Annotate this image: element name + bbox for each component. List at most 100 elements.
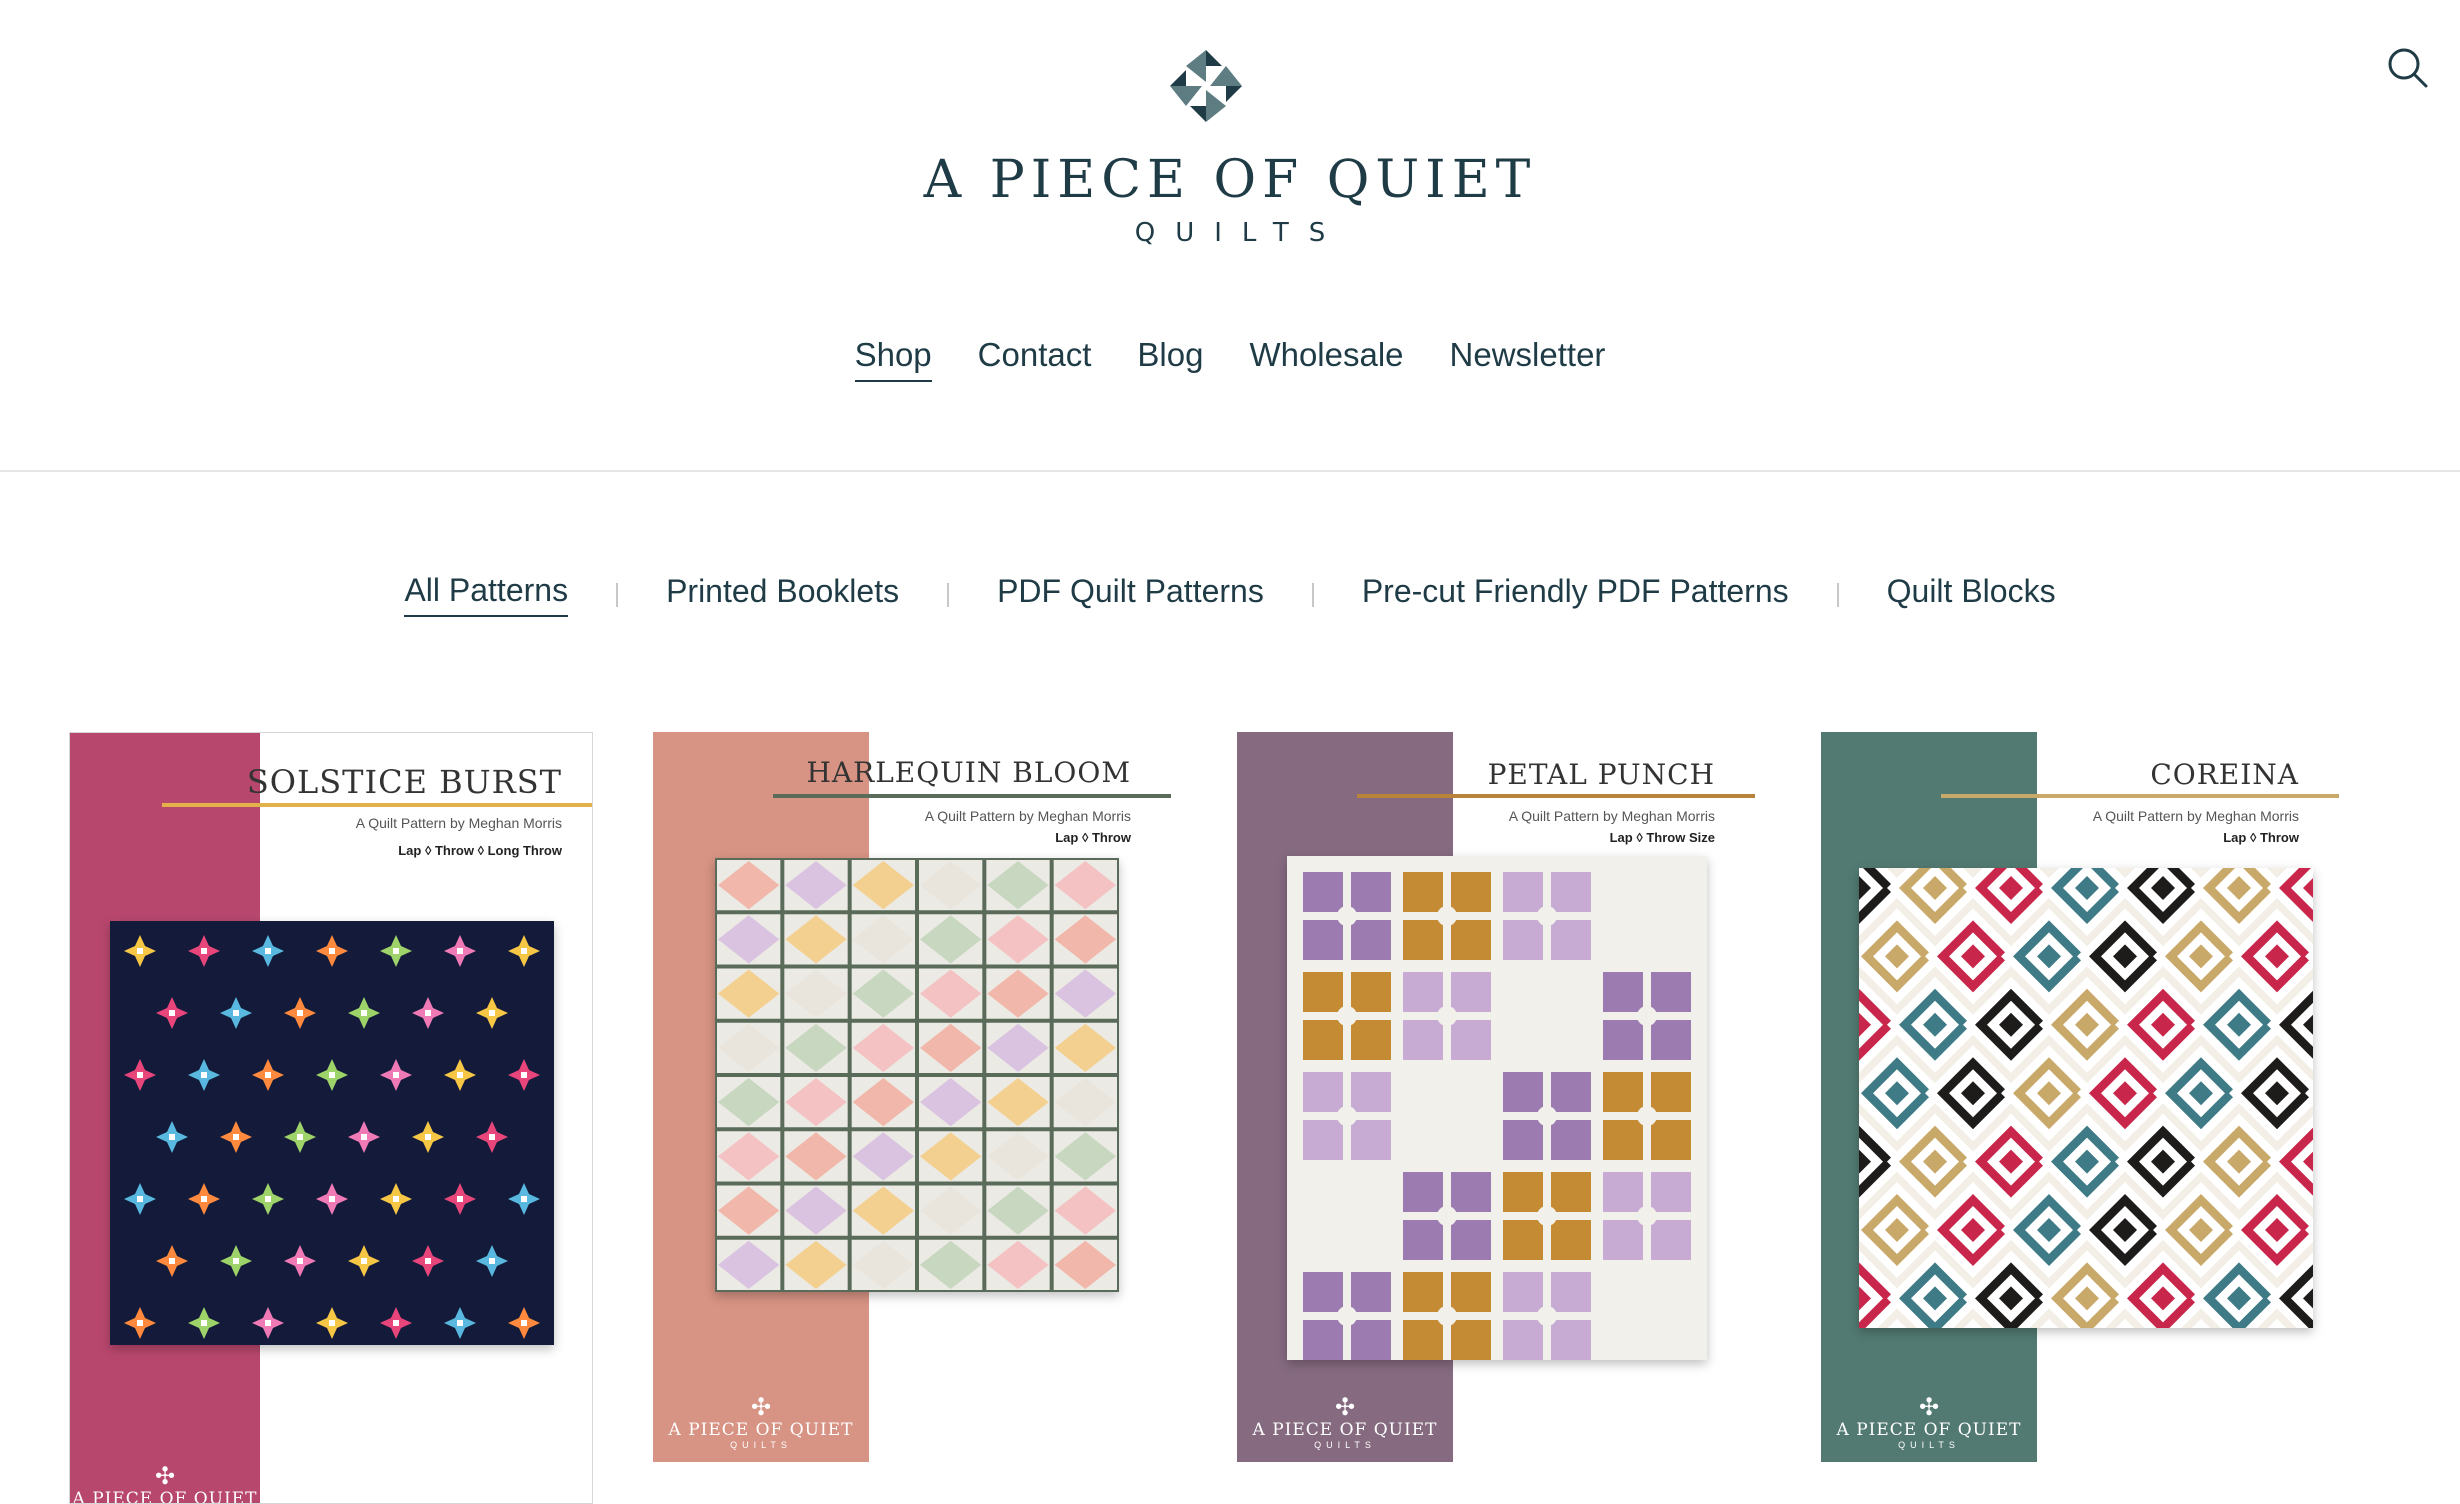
product-sizes: Lap ◊ Throw Size [1609,830,1715,845]
star-center [137,948,143,954]
solstice-quilt-art [110,921,554,1345]
quilt-image [1287,856,1707,1360]
brand-title[interactable]: A PIECE OF QUIET [0,150,2460,210]
category-pdf-quilt-patterns[interactable]: PDF Quilt Patterns [997,573,1264,616]
product-sizes: Lap ◊ Throw [1055,830,1131,845]
footer-brand: A PIECE OF QUIET [72,1489,258,1504]
nav-newsletter[interactable]: Newsletter [1450,336,1606,382]
nav-blog[interactable]: Blog [1137,336,1203,382]
star-center [297,1258,303,1264]
pinwheel-small-icon: ✣ [1918,1394,1940,1421]
star-center [297,1134,303,1140]
star-center [425,1258,431,1264]
category-all-patterns[interactable]: All Patterns [404,572,569,617]
nav-wholesale[interactable]: Wholesale [1249,336,1403,382]
category-divider [1311,582,1314,607]
footer-brand: A PIECE OF QUIET [1252,1420,1438,1440]
star-center [361,1010,367,1016]
pinwheel-small-icon: ✣ [154,1463,176,1490]
star-center [521,1072,527,1078]
star-center [489,1258,495,1264]
footer-sub: QUILTS [730,1440,792,1450]
star-center [233,1134,239,1140]
product-card-coreina[interactable]: COREINA A Quilt Pattern by Meghan Morris… [1821,732,2339,1462]
star-center [137,1196,143,1202]
star-center [489,1134,495,1140]
coreina-quilt-art [1859,868,2313,1328]
quilt-image [110,921,554,1345]
star-center [169,1010,175,1016]
pinwheel-logo-icon[interactable] [1166,46,1246,126]
star-center [425,1134,431,1140]
product-card-harlequin-bloom[interactable]: HARLEQUIN BLOOM A Quilt Pattern by Megha… [653,732,1171,1462]
star-center [265,948,271,954]
title-rule [773,794,1171,798]
nav-shop[interactable]: Shop [854,336,932,382]
petal-quilt-art [1287,856,1707,1360]
cover-footer: ✣ A PIECE OF QUIET [70,1465,260,1504]
product-title: HARLEQUIN BLOOM [806,756,1131,789]
category-precut-friendly[interactable]: Pre-cut Friendly PDF Patterns [1362,573,1789,616]
product-byline: A Quilt Pattern by Meghan Morris [2092,808,2299,824]
star-center [457,1072,463,1078]
star-center [521,1196,527,1202]
star-center [329,1072,335,1078]
cover-footer: ✣ A PIECE OF QUIET QUILTS [653,1394,869,1451]
star-center [457,1196,463,1202]
star-center [329,1196,335,1202]
footer-brand: A PIECE OF QUIET [1836,1420,2022,1440]
product-title: COREINA [2150,758,2299,791]
pinwheel-small-icon: ✣ [750,1394,772,1421]
quilt-image [715,858,1119,1292]
footer-sub: QUILTS [1898,1440,1960,1450]
product-sizes: Lap ◊ Throw ◊ Long Throw [398,843,562,858]
harlequin-quilt-art [715,858,1119,1292]
title-rule [162,803,592,807]
brand-subtitle: QUILTS [1134,218,1346,248]
product-byline: A Quilt Pattern by Meghan Morris [924,808,1131,824]
star-center [137,1072,143,1078]
star-center [521,1320,527,1326]
footer-brand: A PIECE OF QUIET [668,1420,854,1440]
star-center [201,1320,207,1326]
star-center [457,948,463,954]
star-center [137,1320,143,1326]
star-center [169,1134,175,1140]
product-byline: A Quilt Pattern by Meghan Morris [355,815,562,831]
star-center [361,1258,367,1264]
star-center [393,1320,399,1326]
product-card-petal-punch[interactable]: PETAL PUNCH A Quilt Pattern by Meghan Mo… [1237,732,1755,1462]
star-center [393,1196,399,1202]
star-center [201,1196,207,1202]
site-header: A PIECE OF QUIET QUILTS Shop Contact Blo… [0,0,2460,472]
footer-sub: QUILTS [1314,1440,1376,1450]
star-center [265,1072,271,1078]
product-card-solstice-burst[interactable]: SOLSTICE BURST A Quilt Pattern by Meghan… [69,732,593,1504]
star-center [233,1010,239,1016]
star-center [233,1258,239,1264]
star-center [457,1320,463,1326]
star-center [521,948,527,954]
cover-footer: ✣ A PIECE OF QUIET QUILTS [1237,1394,1453,1451]
nav-contact[interactable]: Contact [978,336,1092,382]
search-icon[interactable] [2386,46,2430,90]
product-sizes: Lap ◊ Throw [2223,830,2299,845]
product-title: PETAL PUNCH [1487,758,1715,791]
category-quilt-blocks[interactable]: Quilt Blocks [1887,573,2056,616]
star-center [201,948,207,954]
product-byline: A Quilt Pattern by Meghan Morris [1508,808,1715,824]
quilt-image [1859,868,2313,1328]
star-center [393,948,399,954]
star-center [393,1072,399,1078]
cover-footer: ✣ A PIECE OF QUIET QUILTS [1821,1394,2037,1451]
star-center [329,1320,335,1326]
category-filter: All Patterns Printed Booklets PDF Quilt … [0,572,2460,617]
title-rule [1941,794,2339,798]
category-printed-booklets[interactable]: Printed Booklets [666,573,899,616]
star-center [297,1010,303,1016]
pinwheel-small-icon: ✣ [1334,1394,1356,1421]
category-divider [616,582,619,607]
star-center [265,1196,271,1202]
category-divider [947,582,950,607]
star-center [169,1258,175,1264]
